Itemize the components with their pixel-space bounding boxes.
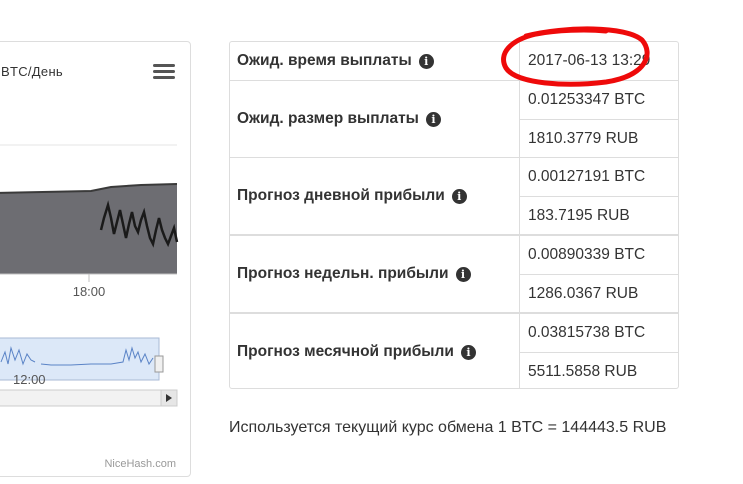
row-label-text: Ожид. размер выплаты	[237, 110, 419, 127]
row-label: Ожид. время выплаты i	[230, 42, 520, 80]
navigator-handle[interactable]	[154, 355, 164, 373]
navigator-tick-label: 12:00	[13, 372, 46, 387]
row-value-rub: 1810.3779 RUB	[520, 119, 678, 157]
row-value-rub: 5511.5858 RUB	[520, 352, 678, 388]
table-row: Прогноз месячной прибыли i 0.03815738 BT…	[230, 312, 678, 388]
row-value: 2017-06-13 13:29	[528, 52, 651, 69]
table-row: Прогноз недельн. прибыли i 0.00890339 BT…	[230, 234, 678, 312]
info-icon[interactable]: i	[451, 188, 467, 204]
chart-title: BTC/День	[1, 64, 63, 79]
row-label-text: Прогноз дневной прибыли	[237, 187, 445, 204]
row-label: Ожид. размер выплаты i	[230, 81, 520, 157]
row-label: Прогноз дневной прибыли i	[230, 158, 520, 234]
row-label-text: Ожид. время выплаты	[237, 52, 412, 69]
row-label: Прогноз месячной прибыли i	[230, 314, 520, 388]
row-value-btc: 0.03815738 BTC	[528, 324, 646, 341]
x-tick-label: 18:00	[72, 284, 106, 299]
row-label-text: Прогноз месячной прибыли	[237, 343, 454, 360]
chart-panel: BTC/День 18:00 12:00 NiceHash.com	[0, 41, 191, 477]
area-series	[0, 184, 177, 274]
row-value-btc: 0.00890339 BTC	[528, 246, 646, 263]
exchange-rate-note: Используется текущий курс обмена 1 BTC =…	[229, 419, 667, 436]
row-value-rub: 1286.0367 RUB	[520, 274, 678, 312]
chart-credit[interactable]: NiceHash.com	[104, 458, 176, 470]
stats-table: Ожид. время выплаты i 2017-06-13 13:29 О…	[229, 41, 679, 389]
table-row: Прогноз дневной прибыли i 0.00127191 BTC…	[230, 157, 678, 234]
info-icon[interactable]: i	[418, 53, 434, 69]
scrollbar-track[interactable]	[0, 389, 178, 407]
info-icon[interactable]: i	[460, 344, 476, 360]
table-row: Ожид. размер выплаты i 0.01253347 BTC 18…	[230, 80, 678, 157]
chart-canvas	[0, 144, 179, 407]
menu-icon[interactable]	[153, 64, 175, 82]
table-row: Ожид. время выплаты i 2017-06-13 13:29	[230, 42, 678, 80]
info-icon[interactable]: i	[425, 111, 441, 127]
row-value-btc: 0.00127191 BTC	[528, 168, 646, 185]
info-icon[interactable]: i	[455, 266, 471, 282]
row-label: Прогноз недельн. прибыли i	[230, 236, 520, 312]
row-label-text: Прогноз недельн. прибыли	[237, 265, 449, 282]
row-value-btc: 0.01253347 BTC	[528, 91, 646, 108]
row-value-rub: 183.7195 RUB	[520, 196, 678, 234]
